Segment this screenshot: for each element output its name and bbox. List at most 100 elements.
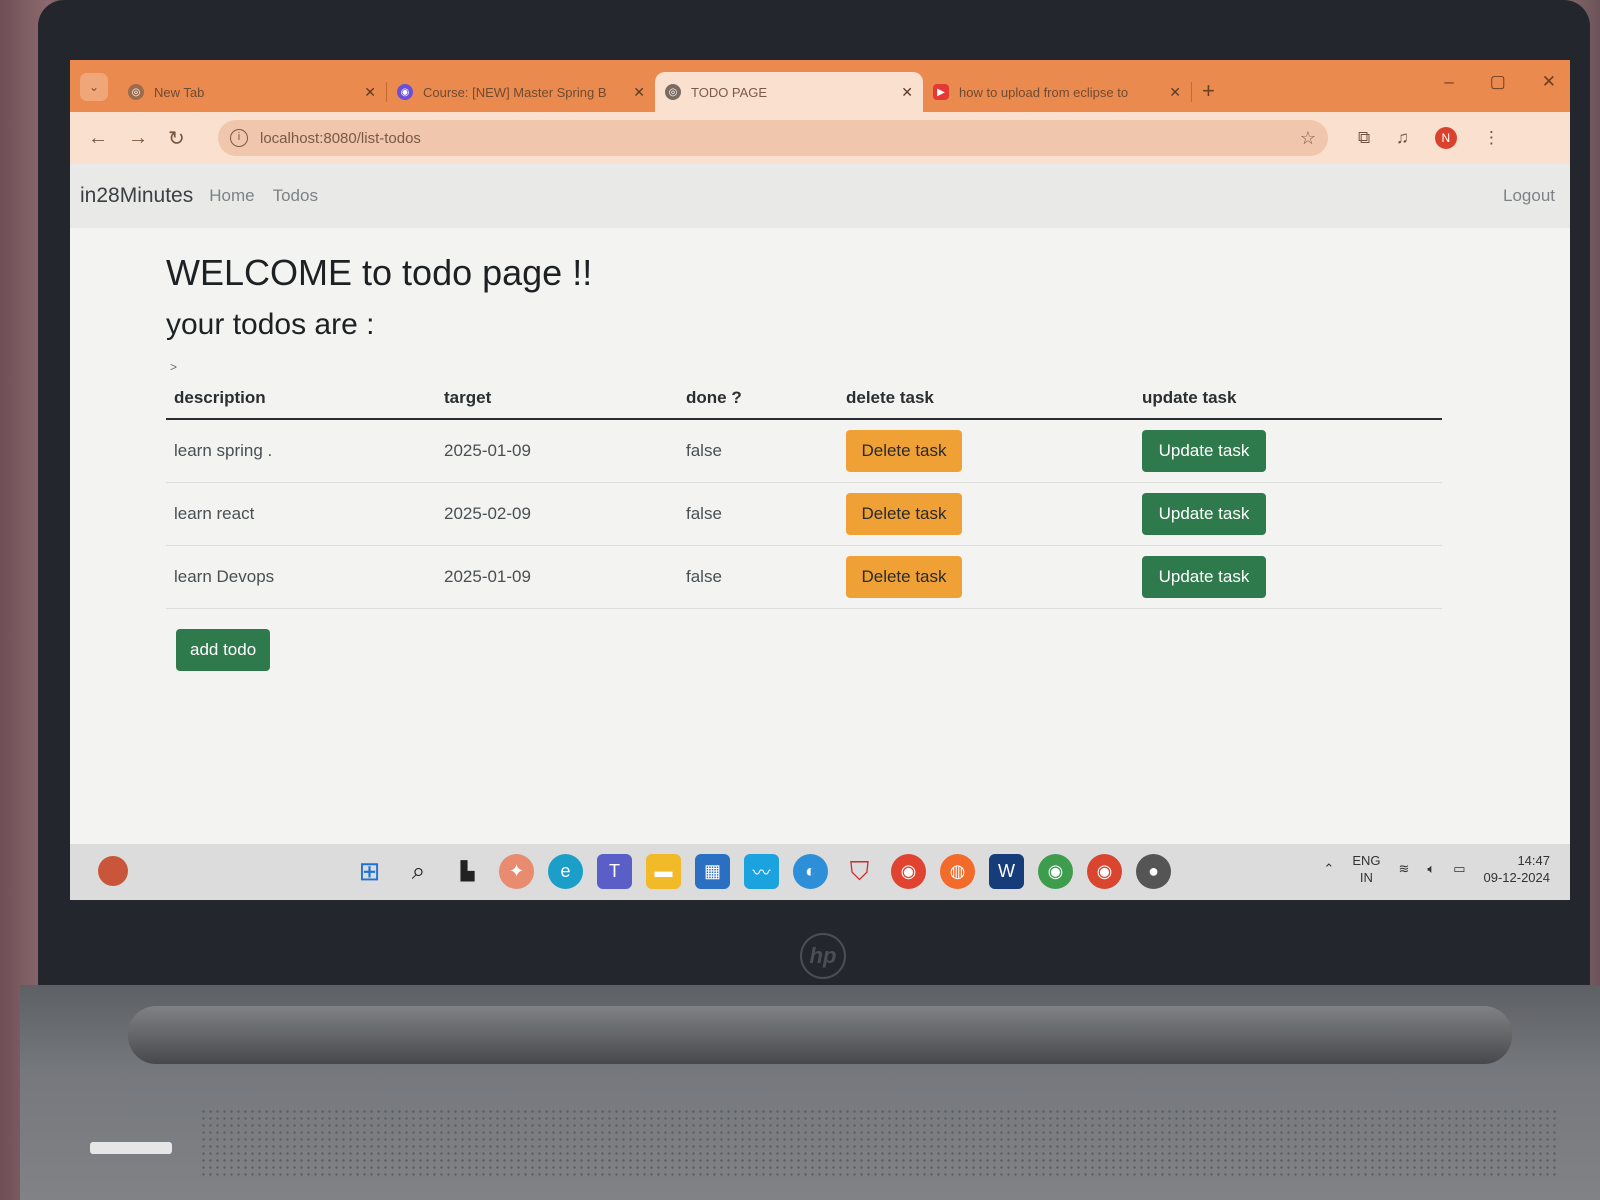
weather-widget-icon[interactable]: [98, 856, 128, 886]
address-bar[interactable]: i localhost:8080/list-todos ☆: [218, 120, 1328, 156]
update-task-button[interactable]: Update task: [1142, 556, 1266, 598]
region-code: IN: [1359, 870, 1373, 885]
tab-title: New Tab: [154, 84, 205, 100]
eclipse-app-icon[interactable]: ◐: [793, 854, 828, 889]
window-close-icon[interactable]: ✕: [1542, 72, 1556, 92]
delete-task-button[interactable]: Delete task: [846, 430, 962, 472]
file-explorer-icon[interactable]: ▬: [646, 854, 681, 889]
chrome-profile-icon[interactable]: ◉: [1038, 854, 1073, 889]
microsoft-store-icon[interactable]: ▦: [695, 854, 730, 889]
todo-target-date: 2025-01-09: [436, 419, 678, 483]
system-tray: ⌃ ENG IN ≋ 🔈︎ ▭ 14:47 09-12-2024: [1323, 852, 1550, 886]
globe-icon: ◎: [128, 84, 144, 100]
firefox-icon[interactable]: ◍: [940, 854, 975, 889]
edge-browser-icon[interactable]: e: [548, 854, 583, 889]
page-subtitle: your todos are :: [166, 308, 375, 341]
todo-done: false: [678, 419, 838, 483]
tab-title: TODO PAGE: [691, 84, 768, 100]
back-arrow-icon[interactable]: ←: [88, 127, 128, 150]
close-icon[interactable]: ✕: [1169, 84, 1181, 101]
close-icon[interactable]: ✕: [364, 84, 376, 101]
media-control-icon[interactable]: ♫: [1396, 128, 1409, 148]
language-code: ENG: [1352, 853, 1381, 868]
tab-todo-page[interactable]: ◎ TODO PAGE ✕: [655, 72, 923, 112]
table-header-row: description target done ? delete task up…: [166, 378, 1442, 420]
update-task-button[interactable]: Update task: [1142, 493, 1266, 535]
course-icon: ◉: [397, 84, 413, 100]
tab-course[interactable]: ◉ Course: [NEW] Master Spring B ✕: [387, 72, 655, 112]
tab-search-icon[interactable]: ⌄: [80, 73, 108, 101]
forward-arrow-icon[interactable]: →: [128, 127, 168, 150]
chrome-active-icon[interactable]: ◉: [1087, 854, 1122, 889]
clock[interactable]: 14:47 09-12-2024: [1484, 852, 1551, 886]
logout-link[interactable]: Logout: [1503, 186, 1555, 206]
wordpad-icon[interactable]: W: [989, 854, 1024, 889]
chevron-up-icon[interactable]: ⌃: [1323, 861, 1334, 877]
youtube-icon: ▶: [933, 84, 949, 100]
todo-done: false: [678, 545, 838, 609]
copilot-icon[interactable]: ✦: [499, 854, 534, 889]
close-icon[interactable]: ✕: [901, 84, 913, 101]
todo-target-date: 2025-01-09: [436, 545, 678, 609]
wifi-icon[interactable]: ≋: [1398, 861, 1409, 877]
delete-task-button[interactable]: Delete task: [846, 493, 962, 535]
speaker-grille: [200, 1108, 1560, 1178]
todo-description: learn Devops: [166, 545, 436, 609]
nav-home[interactable]: Home: [209, 186, 254, 206]
app-icon[interactable]: ●: [1136, 854, 1171, 889]
update-task-button[interactable]: Update task: [1142, 430, 1266, 472]
nav-todos[interactable]: Todos: [273, 186, 318, 206]
browser-toolbar: ← → ↻ i localhost:8080/list-todos ☆ ⧉ ♫ …: [70, 112, 1570, 164]
search-icon[interactable]: ⌕: [401, 854, 436, 889]
teams-icon[interactable]: T: [597, 854, 632, 889]
battery-icon[interactable]: ▭: [1453, 861, 1465, 877]
maximize-icon[interactable]: ▢: [1490, 72, 1506, 92]
brand-link[interactable]: in28Minutes: [80, 184, 193, 208]
todos-table: description target done ? delete task up…: [166, 378, 1442, 609]
mcafee-icon[interactable]: ⛉: [842, 854, 877, 889]
add-todo-button[interactable]: add todo: [176, 629, 271, 671]
delete-task-button[interactable]: Delete task: [846, 556, 962, 598]
tab-title: how to upload from eclipse to: [959, 84, 1129, 100]
app-navbar: in28Minutes Home Todos Logout: [70, 164, 1570, 228]
taskbar-apps: ⊞ ⌕ ▙ ✦ e T ▬ ▦ 〰 ◐ ⛉ ◉ ◍ W ◉ ◉ ●: [352, 854, 1171, 889]
menu-kebab-icon[interactable]: ⋮: [1483, 128, 1500, 148]
update-cell: Update task: [1134, 545, 1442, 609]
column-header: target: [436, 378, 678, 420]
windows-taskbar: ⊞ ⌕ ▙ ✦ e T ▬ ▦ 〰 ◐ ⛉ ◉ ◍ W ◉ ◉ ● ⌃ ENG …: [70, 844, 1570, 900]
update-cell: Update task: [1134, 482, 1442, 546]
profile-avatar[interactable]: N: [1434, 127, 1457, 149]
new-tab-plus-icon[interactable]: +: [1202, 78, 1215, 104]
language-indicator[interactable]: ENG IN: [1352, 852, 1380, 886]
reload-icon[interactable]: ↻: [168, 126, 208, 151]
hp-logo: hp: [800, 933, 846, 979]
window-controls: – ▢ ✕: [1444, 72, 1556, 92]
bookmark-star-icon[interactable]: ☆: [1300, 128, 1316, 149]
chrome-icon[interactable]: ◉: [891, 854, 926, 889]
extensions-icon[interactable]: ⧉: [1358, 128, 1370, 148]
site-info-icon[interactable]: i: [230, 129, 248, 147]
todo-description: learn spring .: [166, 419, 436, 483]
todo-done: false: [678, 482, 838, 546]
task-view-icon[interactable]: ▙: [450, 854, 485, 889]
clock-date: 09-12-2024: [1483, 870, 1551, 885]
tab-title: Course: [NEW] Master Spring B: [423, 84, 607, 100]
close-icon[interactable]: ✕: [633, 84, 645, 101]
start-windows-icon[interactable]: ⊞: [352, 854, 387, 889]
clock-time: 14:47: [1517, 853, 1550, 868]
tab-new-tab[interactable]: ◎ New Tab ✕: [118, 72, 386, 112]
main-content: WELCOME to todo page !! your todos are :…: [166, 252, 1446, 671]
list-marker: >: [170, 360, 178, 374]
screen: ⌄ ◎ New Tab ✕ ◉ Course: [NEW] Master Spr…: [70, 60, 1570, 900]
laptop-hinge: [128, 1006, 1512, 1064]
todo-target-date: 2025-02-09: [436, 482, 678, 546]
delete-cell: Delete task: [838, 545, 1134, 609]
tab-youtube[interactable]: ▶ how to upload from eclipse to ✕: [923, 72, 1191, 112]
delete-cell: Delete task: [838, 482, 1134, 546]
globe-icon: ◎: [665, 84, 681, 100]
monitor-app-icon[interactable]: 〰: [744, 854, 779, 889]
minimize-icon[interactable]: –: [1444, 72, 1453, 92]
column-header: delete task: [838, 378, 1134, 420]
volume-icon[interactable]: 🔈︎: [1427, 861, 1435, 877]
column-header: done ?: [678, 378, 838, 420]
